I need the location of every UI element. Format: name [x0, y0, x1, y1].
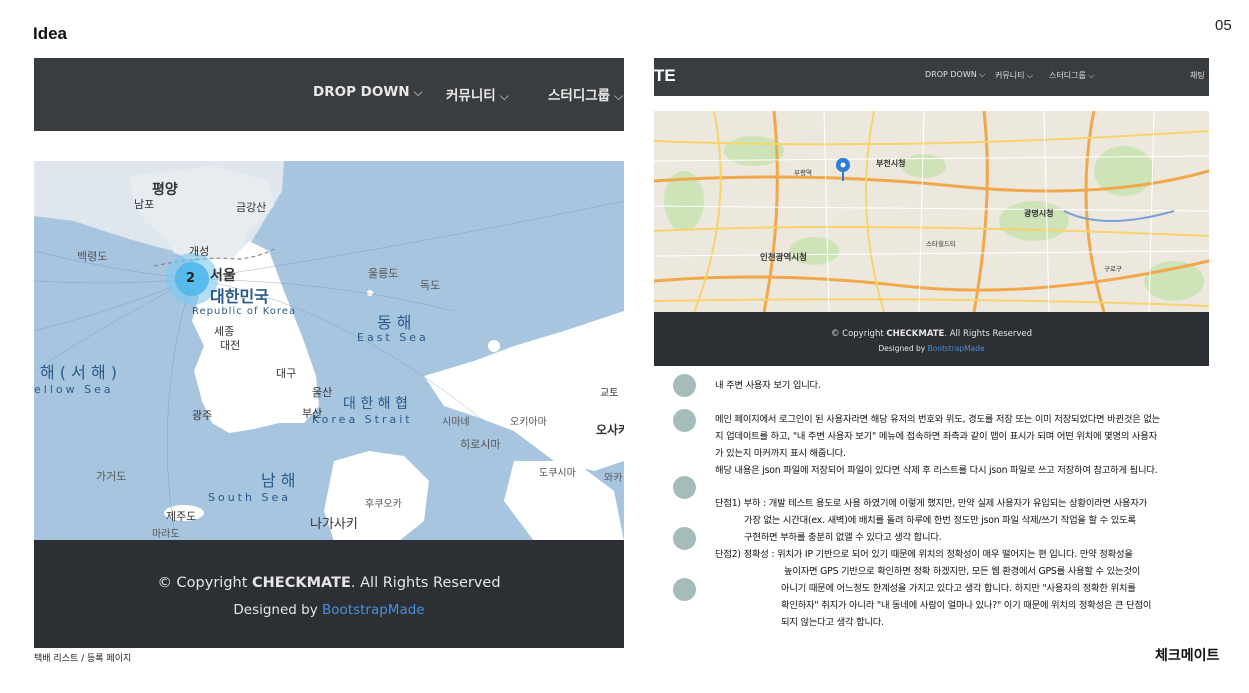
bullet-4 — [673, 527, 696, 550]
chevron-down-icon: ⌵ — [976, 70, 986, 79]
map-label-geumgangsan: 금강산 — [236, 201, 267, 214]
description-line: 단점1) 부하 : 개발 테스트 용도로 사용 하였기에 이렇게 했지만, 만약… — [715, 498, 1148, 509]
page-number: 05 — [1215, 17, 1232, 34]
footer-designed-by: Designed by BootstrapMade — [233, 602, 425, 618]
map-label-seoul: 서울 — [210, 268, 236, 284]
map-label-east-sea-en: East Sea — [357, 331, 429, 344]
nav-item-study-group[interactable]: 스터디그룹 ⌵ — [1049, 70, 1094, 81]
map-label-gwangju: 광주 — [192, 409, 213, 422]
map-label-baengnyeongdo: 백령도 — [77, 250, 108, 263]
description-line: 가 있는지 마커까지 표시 해줍니다. — [715, 448, 846, 459]
right-navbar: TE DROP DOWN ⌵ 커뮤니티 ⌵ 스터디그룹 ⌵ 채팅 — [654, 58, 1209, 96]
description-line: 가장 없는 시간대(ex. 새벽)에 배치를 돌려 하루에 한번 정도만 jso… — [744, 515, 1136, 526]
footer-copyright: © Copyright CHECKMATE. All Rights Reserv… — [157, 575, 501, 591]
description-line: 구현하면 부하를 충분히 없앨 수 있다고 생각 합니다. — [744, 532, 942, 543]
description-line: 아니기 때문에 어느정도 한계성을 가지고 있다고 생각 합니다. 하지만 "사… — [781, 583, 1136, 594]
left-navbar: DROP DOWN ⌵ 커뮤니티 ⌵ 스터디그룹 ⌵ — [34, 58, 624, 131]
map-label-wakayama: 와카 — [604, 473, 623, 484]
map-label-bucheon: 부천시청 — [876, 159, 906, 168]
map-label-incheon: 인천광역시청 — [760, 253, 807, 263]
chevron-down-icon: ⌵ — [1085, 71, 1095, 80]
map-label-shimane: 시마네 — [442, 417, 470, 428]
bullet-5 — [673, 578, 696, 601]
page-title: Idea — [33, 24, 68, 43]
bullet-3 — [673, 476, 696, 499]
map-label-kaesong: 개성 — [189, 245, 210, 258]
map-label-korea-ko: 대한민국 — [210, 287, 269, 306]
description-line: 단점2) 정확성 : 위치가 IP 기반으로 되어 있기 때문에 위치의 정확성… — [715, 549, 1133, 560]
nav-item-study-group[interactable]: 스터디그룹 ⌵ — [548, 84, 623, 104]
right-footer: © Copyright CHECKMATE. All Rights Reserv… — [654, 312, 1209, 366]
bootstrapmade-link[interactable]: BootstrapMade — [928, 344, 985, 353]
brand-fragment[interactable]: TE — [654, 66, 676, 86]
map-label-okinoshima: 오키아마 — [510, 417, 547, 428]
map-label-daegu: 대구 — [276, 367, 297, 380]
chevron-down-icon: ⌵ — [614, 89, 624, 103]
map-label-jejudo: 제주도 — [166, 510, 197, 523]
map-label-marado: 마라도 — [152, 529, 180, 540]
map-label-tokushima: 도쿠시마 — [539, 468, 576, 479]
chevron-down-icon: ⌵ — [1024, 71, 1034, 80]
bootstrapmade-link[interactable]: BootstrapMade — [322, 602, 425, 618]
description-line: 확인하자" 취지가 아니라 "내 동네에 사람이 얼마나 있나?" 이기 때문에… — [781, 600, 1152, 611]
footer-brand: 체크메이트 — [1155, 648, 1220, 664]
map-label-yellow-sea-en: ellow Sea — [34, 383, 114, 396]
map-label-hiroshima: 히로시마 — [460, 438, 501, 451]
chevron-down-icon: ⌵ — [499, 89, 509, 103]
map-label-east-sea-ko: 동 해 — [377, 313, 412, 332]
description-line: 내 주변 사용자 보기 입니다. — [715, 380, 821, 391]
nav-item-dropdown[interactable]: DROP DOWN ⌵ — [925, 70, 985, 80]
left-caption: 택배 리스트 / 등록 페이지 — [34, 654, 132, 664]
map-label-bupyeong: 부평역 — [794, 169, 812, 177]
description-line: 해당 내용은 json 파일에 저장되어 파일이 있다면 삭제 후 리스트를 다… — [715, 465, 1158, 476]
map-label-gwangmyeong: 광명시청 — [1024, 209, 1054, 218]
nav-item-community[interactable]: 커뮤니티 ⌵ — [446, 84, 509, 104]
footer-copyright: © Copyright CHECKMATE. All Rights Reserv… — [830, 329, 1033, 339]
map-label-korea-strait-en: Korea Strait — [312, 413, 413, 426]
map-background — [34, 161, 624, 541]
map-label-gageodo: 가거도 — [96, 470, 127, 483]
nav-item-chat[interactable]: 채팅 — [1190, 70, 1205, 81]
footer-designed-by: Designed by BootstrapMade — [878, 344, 985, 353]
map-label-south-sea-en: South Sea — [208, 491, 291, 504]
chevron-down-icon: ⌵ — [413, 85, 423, 99]
map-label-kyoto: 교토 — [600, 388, 619, 399]
city-map-background — [654, 111, 1209, 312]
description-line: 높이자면 GPS 기반으로 확인하면 정확 하겠지만, 모든 웹 환경에서 GP… — [784, 566, 1141, 577]
nav-item-dropdown[interactable]: DROP DOWN ⌵ — [313, 84, 423, 100]
map-label-yellow-sea-ko: 해 ( 서 해 ) — [40, 363, 117, 382]
map-label-ulsan: 울산 — [312, 386, 333, 399]
map-label-guro: 구로구 — [1104, 265, 1122, 273]
map-label-fukuoka: 후쿠오카 — [365, 499, 402, 510]
nav-item-community[interactable]: 커뮤니티 ⌵ — [995, 70, 1033, 81]
map-label-daejeon: 대전 — [220, 339, 241, 352]
bullet-1 — [673, 374, 696, 397]
map-label-ulleungdo: 울릉도 — [368, 267, 399, 280]
left-footer: © Copyright CHECKMATE. All Rights Reserv… — [34, 540, 624, 648]
map-label-pyongyang: 평양 — [152, 182, 178, 198]
bullet-2 — [673, 409, 696, 432]
map-label-starcity: 스타힐드티 — [926, 240, 956, 248]
city-map[interactable]: 부천시청 광명시청 인천광역시청 스타힐드티 부평역 구로구 — [654, 111, 1209, 312]
map-label-busan: 부산 — [302, 407, 323, 420]
map-label-korea-en: Republic of Korea — [192, 306, 297, 317]
korea-map[interactable]: 2 평양 남포 금강산 백령도 개성 서울 대한민국 Republic of K… — [34, 161, 624, 541]
map-label-nagasaki: 나가사키 — [310, 517, 358, 532]
map-cluster-count[interactable]: 2 — [186, 271, 195, 286]
description-line: 지 업데이트를 하고, "내 주변 사용자 보기" 메뉴에 접속하면 좌측과 같… — [715, 431, 1157, 442]
slide: Idea 05 DROP DOWN ⌵ 커뮤니티 ⌵ 스터디그룹 ⌵ 2 평양 … — [0, 0, 1249, 693]
map-label-nampo: 남포 — [134, 198, 155, 211]
map-label-south-sea-ko: 남 해 — [261, 471, 296, 490]
description-line: 되지 않는다고 생각 합니다. — [781, 617, 884, 628]
map-label-korea-strait-ko: 대 한 해 협 — [343, 396, 408, 412]
map-label-dokdo: 독도 — [420, 279, 441, 292]
description-line: 메인 페이지에서 로그인이 된 사용자라면 해당 유저의 번호와 위도, 경도를… — [715, 414, 1161, 425]
map-label-osaka: 오사카 — [596, 423, 624, 437]
